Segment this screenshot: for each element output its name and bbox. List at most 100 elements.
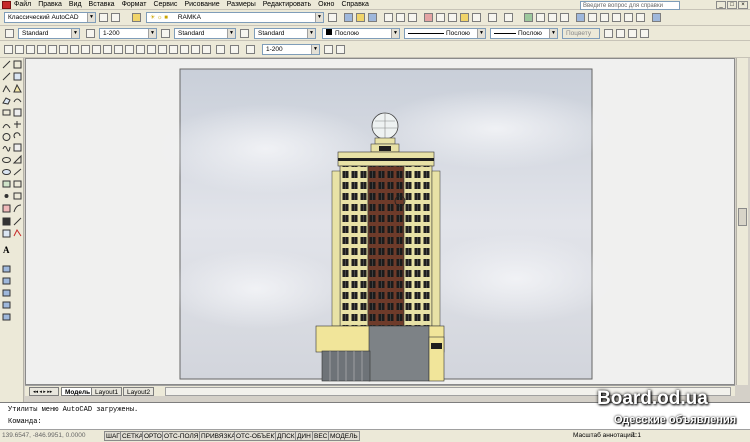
sheet-set-icon[interactable] [612, 13, 621, 22]
radius-dimension-icon[interactable] [48, 45, 57, 54]
table-style-icon[interactable] [240, 29, 249, 38]
osnap-toggle[interactable]: ПРИВЯЗКА [199, 431, 238, 441]
text-style-icon[interactable] [5, 29, 14, 38]
scale-icon[interactable] [246, 45, 255, 54]
menu-insert[interactable]: Вставка [89, 1, 115, 8]
tool-palettes-icon[interactable] [600, 13, 609, 22]
otrack-toggle[interactable]: ОТС-ОБЪЕКТ [234, 431, 281, 441]
multileader-icon[interactable] [336, 45, 345, 54]
menu-help[interactable]: Справка [341, 1, 368, 8]
dimension-text-edit-icon[interactable] [191, 45, 200, 54]
visual-style-icon[interactable] [616, 29, 625, 38]
restore-icon[interactable]: □ [727, 1, 737, 9]
menu-view[interactable]: Вид [69, 1, 82, 8]
menu-dimension[interactable]: Размеры [227, 1, 256, 8]
jogged-dimension-icon[interactable] [59, 45, 68, 54]
center-mark-icon[interactable] [147, 45, 156, 54]
lineweight-select[interactable]: Послою ▼ [490, 28, 558, 39]
aligned-dimension-icon[interactable] [15, 45, 24, 54]
new-file-icon[interactable] [344, 13, 353, 22]
match-properties-icon[interactable] [460, 13, 469, 22]
style-arrow-icon[interactable] [216, 45, 225, 54]
make-current-layer-icon[interactable] [328, 13, 337, 22]
render-icon[interactable] [604, 29, 613, 38]
menu-file[interactable]: Файл [14, 1, 31, 8]
quick-leader-icon[interactable] [125, 45, 134, 54]
angular-dimension-icon[interactable] [81, 45, 90, 54]
ortho-toggle[interactable]: ОРТО [142, 431, 164, 441]
plot-preview-icon[interactable] [396, 13, 405, 22]
linetype-select[interactable]: Послою ▼ [404, 28, 486, 39]
block-editor-icon[interactable] [472, 13, 481, 22]
layer-manager-icon[interactable] [132, 13, 141, 22]
diameter-dimension-icon[interactable] [70, 45, 79, 54]
open-file-icon[interactable] [356, 13, 365, 22]
properties-icon[interactable] [576, 13, 585, 22]
dimension-style-icon[interactable] [86, 29, 95, 38]
zoom-realtime-icon[interactable] [536, 13, 545, 22]
dimension-style-manager-icon[interactable] [324, 45, 333, 54]
continue-dimension-icon[interactable] [114, 45, 123, 54]
scale-select[interactable]: 1-200 ▼ [262, 44, 320, 55]
help-search-input[interactable]: Введите вопрос для справки [580, 1, 680, 10]
minimize-icon[interactable]: _ [716, 1, 726, 9]
pan-icon[interactable] [524, 13, 533, 22]
layer-select[interactable]: ☀ ☼ ■ RAMKA ▼ [146, 12, 324, 23]
tolerance-icon[interactable] [136, 45, 145, 54]
zoom-window-icon[interactable] [548, 13, 557, 22]
close-icon[interactable]: × [738, 1, 748, 9]
color-select[interactable]: Послою ▼ [322, 28, 400, 39]
arc-length-icon[interactable] [26, 45, 35, 54]
redo-icon[interactable] [504, 13, 513, 22]
inspection-icon[interactable] [158, 45, 167, 54]
ordinate-dimension-icon[interactable] [37, 45, 46, 54]
dimension-update-icon[interactable] [202, 45, 211, 54]
menu-modify[interactable]: Редактировать [263, 1, 311, 8]
paste-icon[interactable] [448, 13, 457, 22]
baseline-dimension-icon[interactable] [103, 45, 112, 54]
vertical-scrollbar[interactable] [736, 58, 748, 385]
jogged-linear-icon[interactable] [169, 45, 178, 54]
publish-icon[interactable] [408, 13, 417, 22]
tab-layout1[interactable]: Layout1 [91, 387, 123, 396]
workspace-settings-icon[interactable] [99, 13, 108, 22]
table-style-select[interactable]: Standard ▼ [254, 28, 316, 39]
layer-state-icon[interactable] [230, 45, 239, 54]
copy-icon[interactable] [436, 13, 445, 22]
workspace-select[interactable]: Классический AutoCAD ▼ [4, 12, 96, 23]
menu-tools[interactable]: Сервис [153, 1, 177, 8]
scrollbar-thumb[interactable] [738, 208, 747, 226]
quickcalc-icon[interactable] [636, 13, 645, 22]
menu-draw[interactable]: Рисование [184, 1, 219, 8]
coordinate-readout[interactable]: 139.6547, -846.9951, 0.0000 [2, 432, 86, 439]
model-toggle[interactable]: МОДЕЛЬ [328, 431, 360, 441]
tab-layout2[interactable]: Layout2 [123, 387, 155, 396]
dim-scale-select[interactable]: 1-200 ▼ [99, 28, 157, 39]
autocad-app-icon[interactable] [2, 1, 11, 9]
undo-icon[interactable] [488, 13, 497, 22]
save-workspace-icon[interactable] [111, 13, 120, 22]
tab-model[interactable]: Модель [61, 387, 95, 396]
linear-dimension-icon[interactable] [4, 45, 13, 54]
drawing-canvas[interactable] [25, 58, 735, 385]
dyn-toggle[interactable]: ДИН [295, 431, 313, 441]
dim-style-icon[interactable] [161, 29, 170, 38]
design-center-icon[interactable] [588, 13, 597, 22]
lights-icon[interactable] [640, 29, 649, 38]
plot-icon[interactable] [384, 13, 393, 22]
tab-navigation-arrows[interactable]: ◂◂ ◂ ▸ ▸▸ [29, 387, 59, 396]
help-icon[interactable] [652, 13, 661, 22]
save-file-icon[interactable] [368, 13, 377, 22]
quick-dimension-icon[interactable] [92, 45, 101, 54]
text-style-select[interactable]: Standard ▼ [18, 28, 80, 39]
dimension-edit-icon[interactable] [180, 45, 189, 54]
shade-icon[interactable] [628, 29, 637, 38]
menu-format[interactable]: Формат [122, 1, 147, 8]
command-prompt[interactable]: Команда: [8, 418, 42, 426]
markup-icon[interactable] [624, 13, 633, 22]
cut-icon[interactable] [424, 13, 433, 22]
lineweight-toggle[interactable]: ВЕС [312, 431, 330, 441]
annotation-scale-value[interactable]: 1:1 [632, 432, 641, 439]
menu-edit[interactable]: Правка [38, 1, 62, 8]
dim-style-select[interactable]: Standard ▼ [174, 28, 236, 39]
